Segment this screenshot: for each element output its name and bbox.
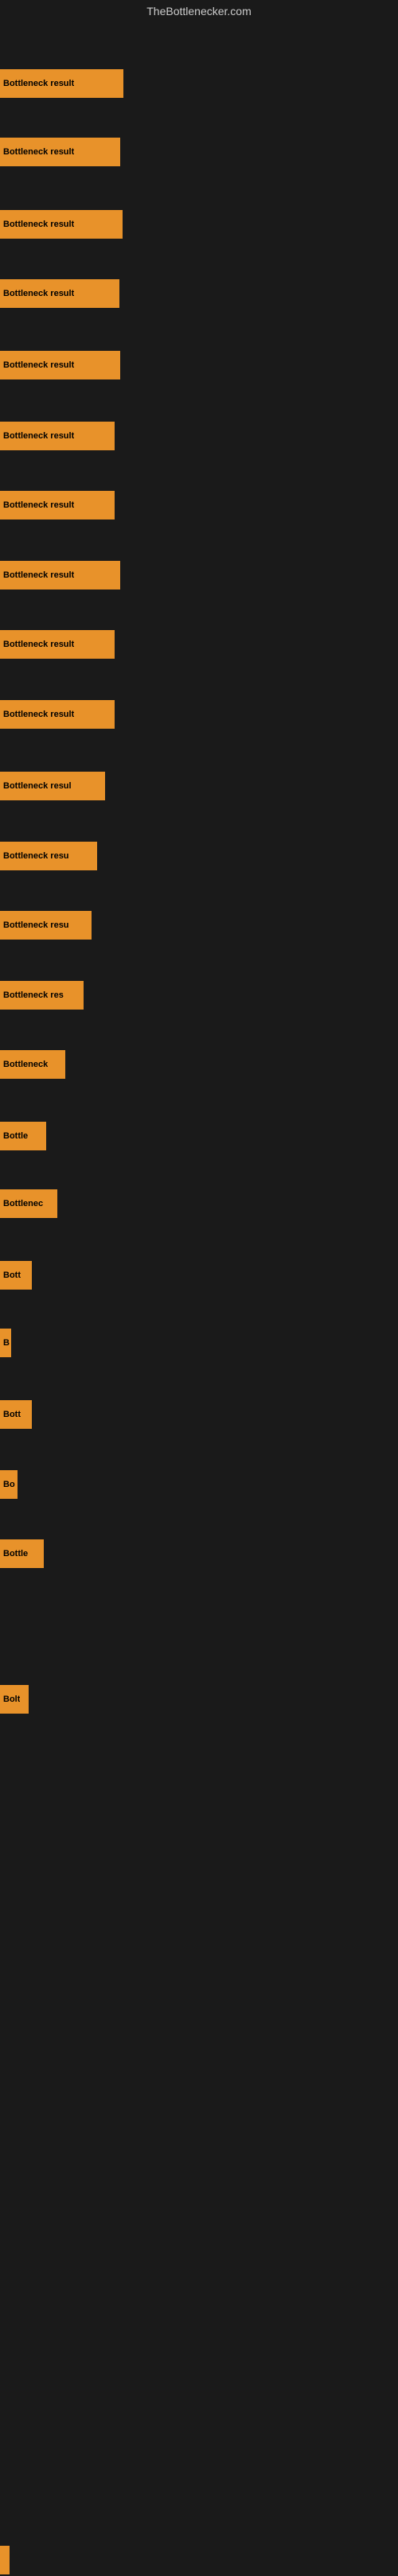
bottleneck-bar-17[interactable]: Bottlenec [0,1189,57,1218]
bottleneck-bar-9[interactable]: Bottleneck result [0,630,115,659]
bar-row-8: Bottleneck result [0,559,398,591]
bar-row-16: Bottle [0,1120,398,1152]
bar-label-9: Bottleneck result [3,640,74,649]
bottleneck-bar-8[interactable]: Bottleneck result [0,561,120,590]
bar-row-15: Bottleneck [0,1049,398,1080]
bar-label-3: Bottleneck result [3,220,74,229]
bottleneck-bar-5[interactable]: Bottleneck result [0,351,120,379]
bar-row-11: Bottleneck resul [0,770,398,802]
bar-row-7: Bottleneck result [0,489,398,521]
bar-label-18: Bott [3,1270,21,1280]
bar-label-20: Bott [3,1410,21,1419]
bottleneck-bar-15[interactable]: Bottleneck [0,1050,65,1079]
bottleneck-bar-1[interactable]: Bottleneck result [0,69,123,98]
bar-row-3: Bottleneck result [0,208,398,240]
bar-row-5: Bottleneck result [0,349,398,381]
bar-row-13: Bottleneck resu [0,909,398,941]
bar-row-21: Bo [0,1469,398,1500]
bar-label-10: Bottleneck result [3,710,74,719]
bottleneck-bar-18[interactable]: Bott [0,1261,32,1290]
bar-row-19: B [0,1327,398,1359]
bottleneck-bar-6[interactable]: Bottleneck result [0,422,115,450]
bar-label-21: Bo [3,1480,15,1489]
bar-row-14: Bottleneck res [0,979,398,1011]
bottleneck-bar-21[interactable]: Bo [0,1470,18,1499]
bars-container: Bottleneck result Bottleneck result Bottle… [0,22,398,2568]
bar-label-11: Bottleneck resul [3,781,72,791]
bar-row-24 [0,2544,398,2576]
bar-row-6: Bottleneck result [0,420,398,452]
bar-row-22: Bottle [0,1538,398,1570]
site-title: TheBottlenecker.com [0,0,398,22]
bar-label-15: Bottleneck [3,1060,48,1069]
bar-label-6: Bottleneck result [3,431,74,441]
bar-label-12: Bottleneck resu [3,851,69,861]
bar-label-19: B [3,1338,10,1348]
bottleneck-bar-24[interactable] [0,2546,10,2574]
bar-label-22: Bottle [3,1549,28,1558]
bottleneck-bar-20[interactable]: Bott [0,1400,32,1429]
bar-label-23: Bolt [3,1695,20,1704]
bar-row-12: Bottleneck resu [0,840,398,872]
bar-label-17: Bottlenec [3,1199,43,1208]
bar-row-10: Bottleneck result [0,698,398,730]
bar-row-18: Bott [0,1259,398,1291]
bottleneck-bar-11[interactable]: Bottleneck resul [0,772,105,800]
bottleneck-bar-19[interactable]: B [0,1329,11,1357]
bar-row-23: Bolt [0,1683,398,1715]
bar-row-17: Bottlenec [0,1188,398,1220]
bottleneck-bar-7[interactable]: Bottleneck result [0,491,115,519]
bar-label-2: Bottleneck result [3,147,74,157]
bar-row-20: Bott [0,1399,398,1430]
bar-label-1: Bottleneck result [3,79,74,88]
bar-row-2: Bottleneck result [0,136,398,168]
bar-row-1: Bottleneck result [0,68,398,99]
bottleneck-bar-3[interactable]: Bottleneck result [0,210,123,239]
bottleneck-bar-2[interactable]: Bottleneck result [0,138,120,166]
bar-label-4: Bottleneck result [3,289,74,298]
bar-label-8: Bottleneck result [3,570,74,580]
bar-label-7: Bottleneck result [3,500,74,510]
bottleneck-bar-13[interactable]: Bottleneck resu [0,911,92,940]
bar-label-16: Bottle [3,1131,28,1141]
bar-label-5: Bottleneck result [3,360,74,370]
bottleneck-bar-4[interactable]: Bottleneck result [0,279,119,308]
bar-label-13: Bottleneck resu [3,920,69,930]
bottleneck-bar-22[interactable]: Bottle [0,1539,44,1568]
bar-row-9: Bottleneck result [0,628,398,660]
bar-label-14: Bottleneck res [3,990,64,1000]
bottleneck-bar-16[interactable]: Bottle [0,1122,46,1150]
bottleneck-bar-14[interactable]: Bottleneck res [0,981,84,1010]
bar-row-4: Bottleneck result [0,278,398,309]
bottleneck-bar-23[interactable]: Bolt [0,1685,29,1714]
bottleneck-bar-10[interactable]: Bottleneck result [0,700,115,729]
bottleneck-bar-12[interactable]: Bottleneck resu [0,842,97,870]
